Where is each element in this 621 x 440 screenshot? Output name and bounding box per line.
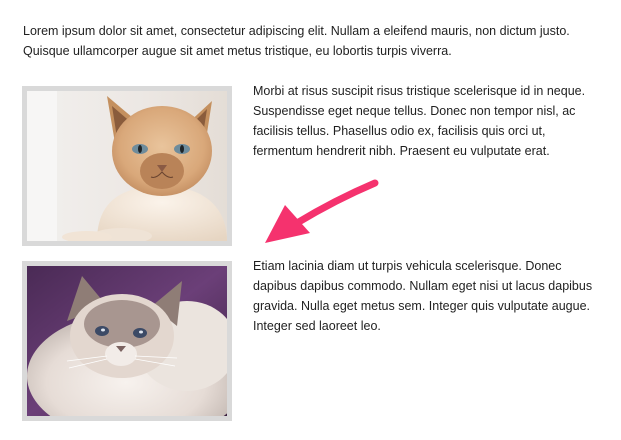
image-frame-1 bbox=[22, 86, 232, 246]
cat-photo-siamese bbox=[27, 91, 227, 241]
cat-photo-ragdoll bbox=[27, 266, 227, 416]
paragraph-2: Etiam lacinia diam ut turpis vehicula sc… bbox=[253, 259, 593, 333]
paragraph-1: Morbi at risus suscipit risus tristique … bbox=[253, 84, 586, 158]
intro-paragraph: Lorem ipsum dolor sit amet, consectetur … bbox=[23, 24, 570, 58]
arrow-annotation-icon bbox=[265, 179, 379, 243]
image-frame-2 bbox=[22, 261, 232, 421]
